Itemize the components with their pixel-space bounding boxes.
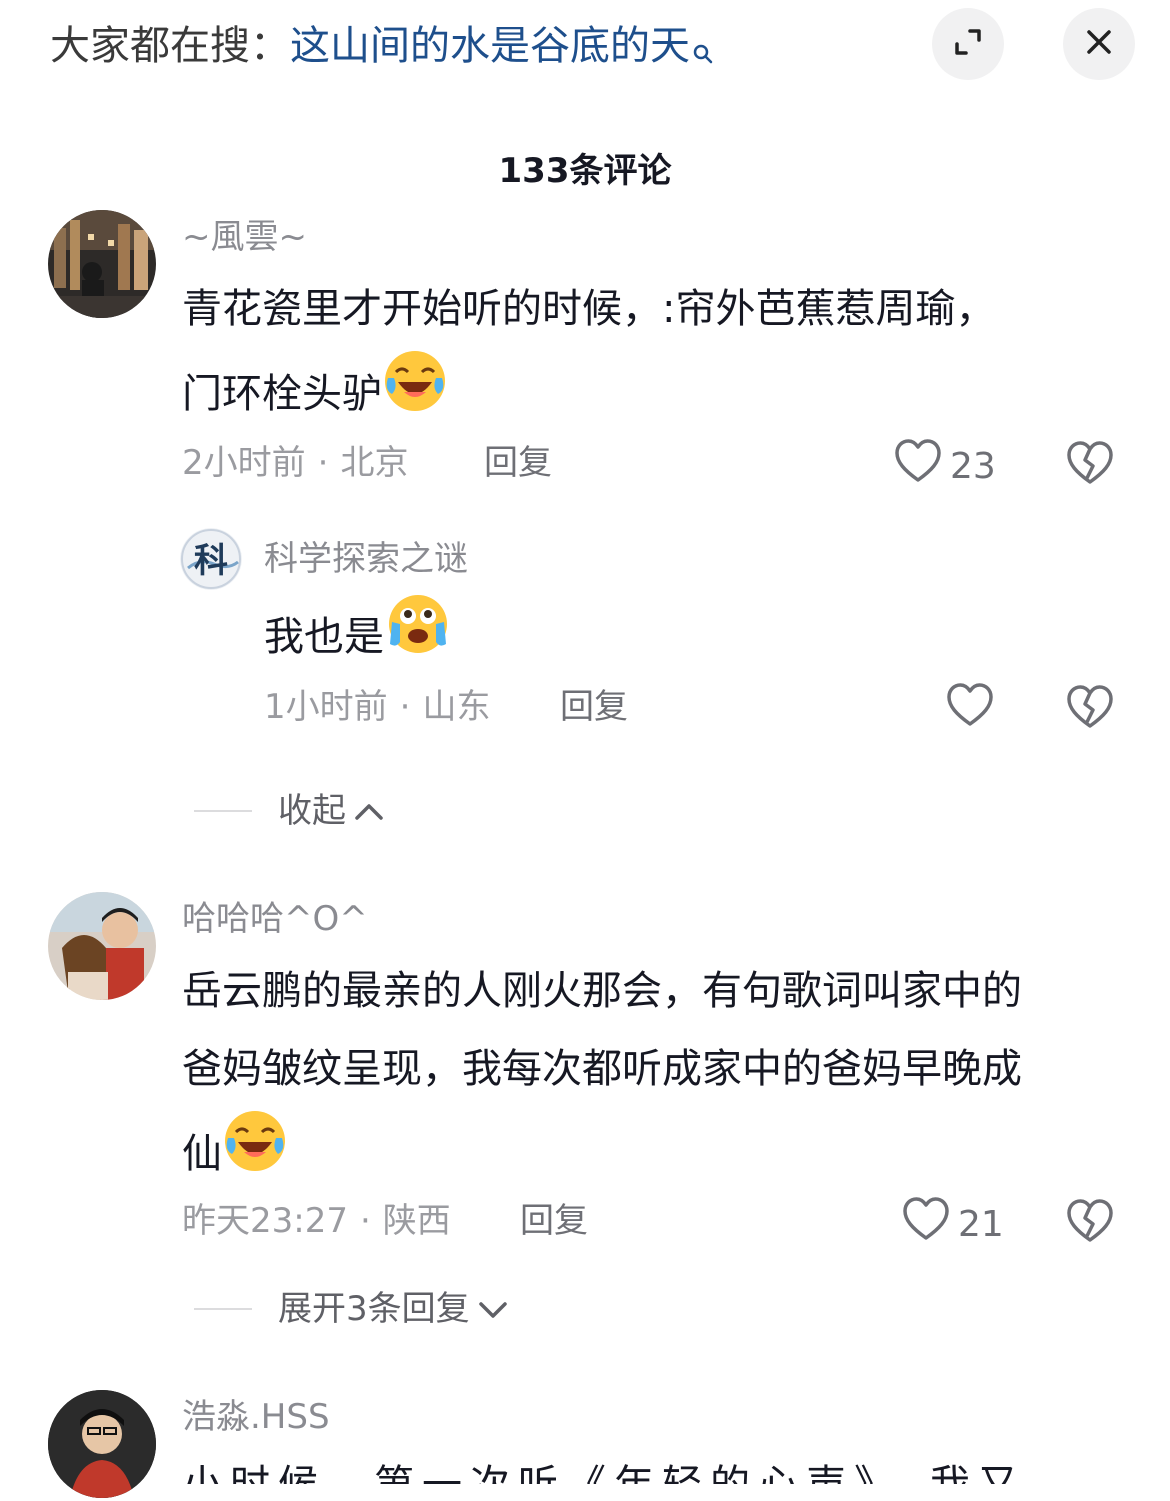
close-icon [1084, 27, 1114, 61]
laugh-cry-emoji-icon [222, 1108, 288, 1200]
comment-meta: 2小时前 · 北京 [182, 443, 409, 483]
close-button[interactable] [1063, 8, 1135, 80]
comment-meta: 昨天23:27 · 陕西 [182, 1201, 451, 1241]
comment-location: 北京 [340, 443, 409, 483]
expand-replies-button[interactable]: 展开3条回复 [278, 1286, 508, 1332]
comment-time: 昨天23:27 [182, 1201, 348, 1241]
comment-username[interactable]: 浩淼.HSS [182, 1394, 330, 1440]
chevron-down-icon [478, 1286, 508, 1332]
comment-content: 岳云鹏的最亲的人刚火那会，有句歌词叫家中的 爸妈皱纹呈现，我每次都听成家中的爸妈… [182, 952, 1142, 1200]
comment-text-line: 岳云鹏的最亲的人刚火那会，有句歌词叫家中的 [182, 968, 1022, 1014]
like-button[interactable]: 21 [902, 1196, 1004, 1254]
avatar[interactable] [48, 210, 156, 318]
dislike-button[interactable] [1066, 440, 1114, 490]
collapse-label: 收起 [278, 791, 346, 831]
heart-icon [894, 438, 942, 496]
comment-text-line: 爸妈皱纹呈现，我每次都听成家中的爸妈早晚成 [182, 1046, 1022, 1092]
divider [194, 1308, 252, 1310]
broken-heart-icon [1066, 441, 1114, 490]
comment-text-partial: 小时候，第一次听《年轻的心声》，我又 [182, 1450, 1142, 1484]
broken-heart-icon [1066, 1199, 1114, 1248]
like-count: 21 [958, 1204, 1004, 1245]
collapse-replies-button[interactable]: 收起 [278, 788, 384, 834]
reply-meta: 1小时前 · 山东 [264, 687, 491, 727]
reply-location: 山东 [422, 687, 491, 727]
reply-username[interactable]: 科学探索之谜 [264, 536, 468, 582]
search-suggestion[interactable]: 大家都在搜：这山间的水是谷底的天 [50, 18, 714, 80]
comment-text-line: 仙 [182, 1131, 222, 1177]
comment-username[interactable]: 哈哈哈^O^ [182, 896, 368, 942]
comment-text-line: 门环栓头驴 [182, 371, 382, 417]
like-button[interactable]: 23 [894, 438, 996, 496]
avatar[interactable] [48, 1390, 156, 1498]
comment-content: 青花瓷里才开始听的时候，:帘外芭蕉惹周瑜， 门环栓头驴 [182, 270, 1122, 440]
avatar[interactable] [48, 892, 156, 1000]
expand-icon [951, 25, 985, 63]
reply-button[interactable]: 回复 [560, 684, 628, 730]
comment-time: 2小时前 [182, 443, 306, 483]
comment-username[interactable]: ~風雲~ [182, 214, 307, 260]
reply-avatar-text: 科 [194, 541, 228, 581]
dislike-button[interactable] [1066, 1198, 1114, 1248]
crying-emoji-icon [386, 592, 450, 682]
reply-avatar[interactable]: 科 [180, 528, 242, 590]
comment-content-clip: 小时候，第一次听《年轻的心声》，我又 [182, 1450, 1142, 1484]
like-count: 23 [950, 446, 996, 487]
search-icon [692, 24, 714, 80]
heart-icon [946, 682, 994, 740]
dislike-button[interactable] [1066, 684, 1114, 734]
reply-text: 我也是 [264, 614, 384, 660]
reply-content: 我也是 [264, 592, 450, 682]
expand-button[interactable] [932, 8, 1004, 80]
broken-heart-icon [1066, 685, 1114, 734]
comment-text-line: 青花瓷里才开始听的时候，:帘外芭蕉惹周瑜， [182, 286, 996, 332]
reply-button[interactable]: 回复 [484, 440, 552, 486]
search-prefix-label: 大家都在搜： [50, 23, 290, 69]
comment-location: 陕西 [382, 1201, 451, 1241]
chevron-up-icon [354, 788, 384, 834]
reply-time: 1小时前 [264, 687, 388, 727]
expand-replies-label: 展开3条回复 [278, 1289, 470, 1329]
reply-button[interactable]: 回复 [520, 1198, 588, 1244]
heart-icon [902, 1196, 950, 1254]
search-term-link[interactable]: 这山间的水是谷底的天 [290, 23, 690, 69]
like-button[interactable] [946, 682, 994, 740]
laugh-cry-emoji-icon [382, 348, 448, 440]
comment-count-title: 133条评论 [498, 151, 672, 191]
divider [194, 810, 252, 812]
